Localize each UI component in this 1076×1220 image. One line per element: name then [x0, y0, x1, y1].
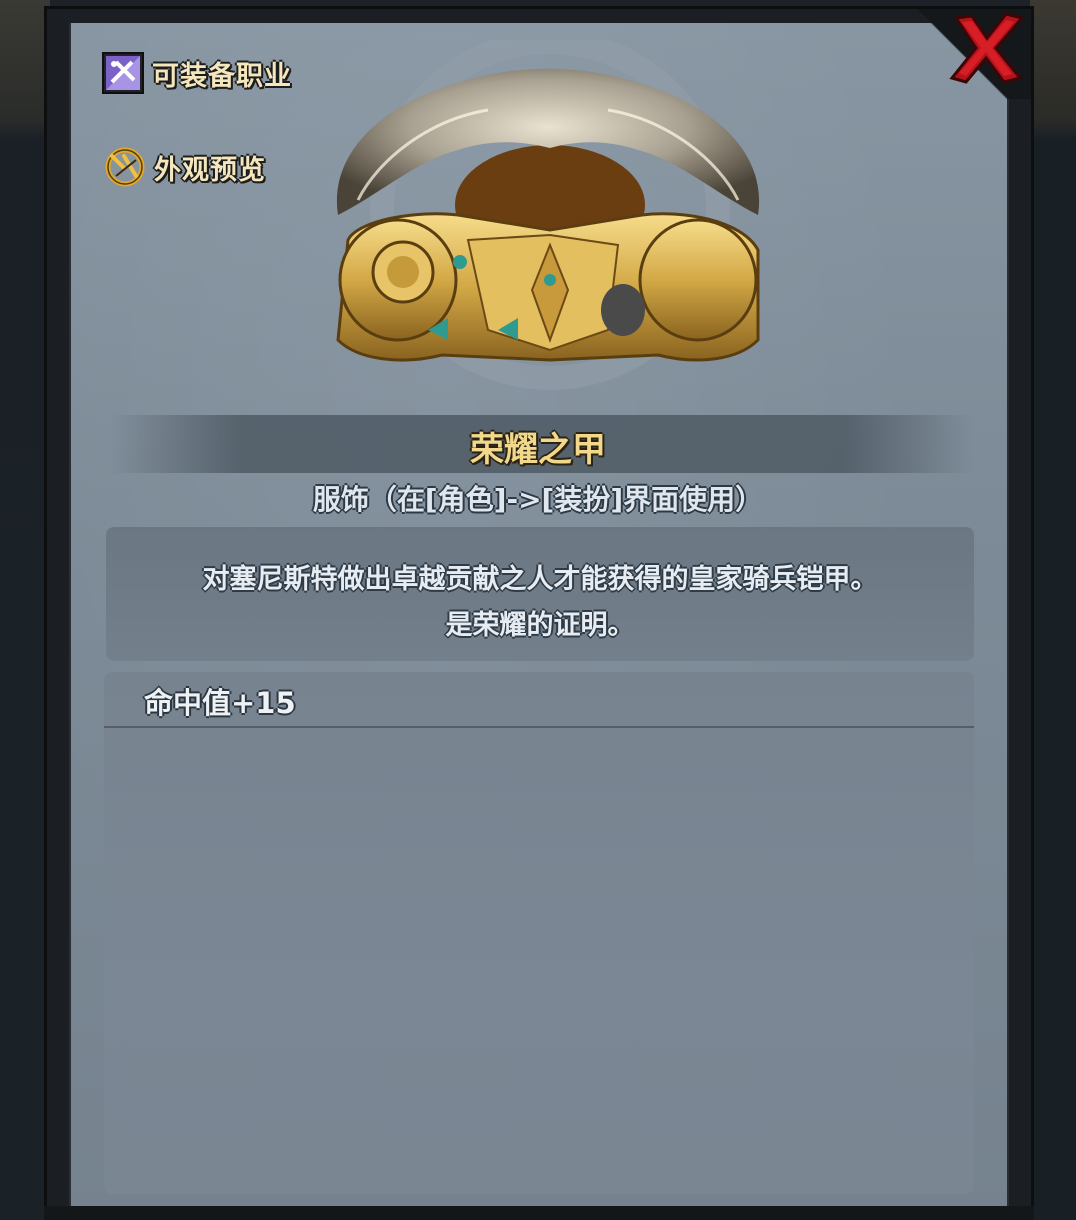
appearance-preview-label: 外观预览 — [154, 154, 266, 186]
close-button[interactable] — [948, 12, 1026, 86]
item-name: 荣耀之甲 — [470, 430, 606, 470]
background-right — [1030, 0, 1076, 1220]
close-x-icon — [949, 12, 1025, 84]
panel-bottom-edge — [44, 1206, 1034, 1220]
stat-divider — [104, 726, 974, 728]
stat-accuracy: 命中值+15 — [144, 686, 296, 720]
class-icon — [102, 52, 144, 94]
appearance-preview-button[interactable]: 外观预览 — [104, 146, 266, 188]
background-left — [0, 0, 50, 1220]
item-image — [318, 30, 778, 400]
fur-armor-image — [336, 30, 760, 390]
equippable-class-label: 可装备职业 — [152, 60, 292, 92]
preview-icon — [105, 147, 145, 187]
description-box: 对塞尼斯特做出卓越贡献之人才能获得的皇家骑兵铠甲。 是荣耀的证明。 — [106, 527, 974, 661]
description-line: 对塞尼斯特做出卓越贡献之人才能获得的皇家骑兵铠甲。 — [202, 564, 878, 595]
description-line: 是荣耀的证明。 — [445, 610, 635, 641]
equippable-class-button[interactable]: 可装备职业 — [102, 52, 292, 94]
item-type: 服饰（在[角色]->[装扮]界面使用） — [312, 483, 764, 516]
stats-box: 命中值+15 — [104, 672, 974, 1194]
